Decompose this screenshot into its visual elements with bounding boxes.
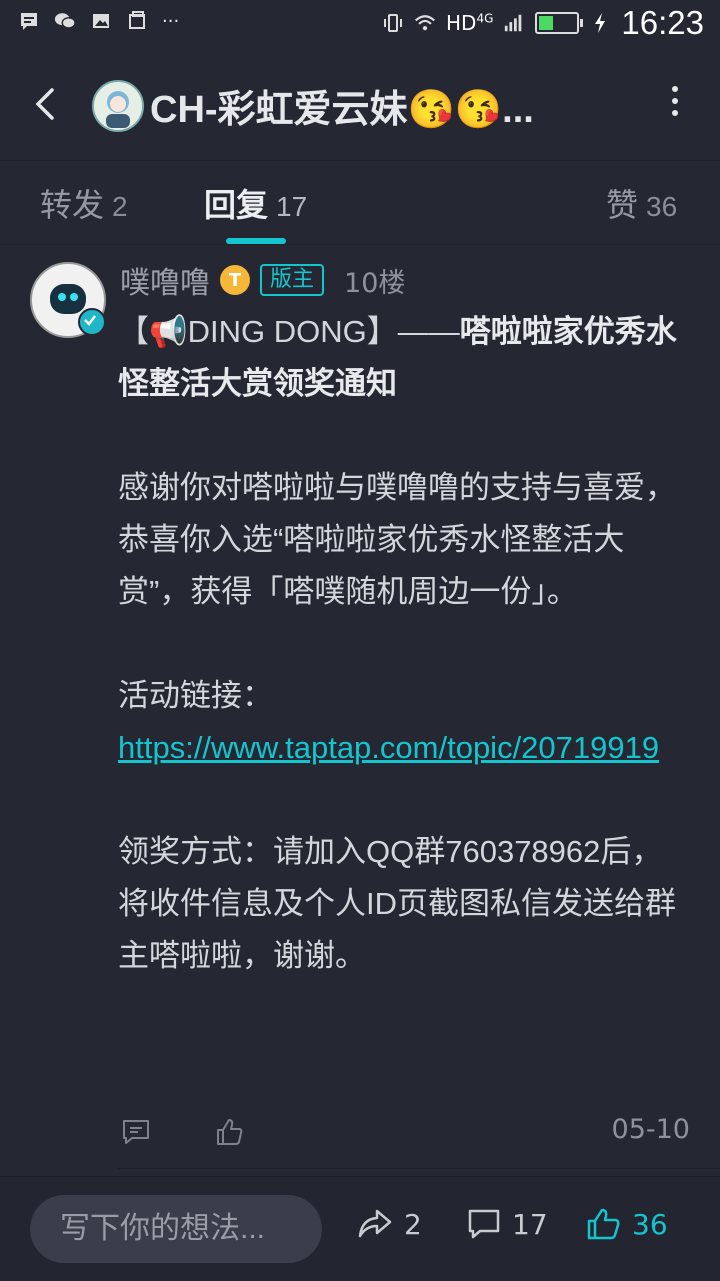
back-button[interactable] bbox=[26, 84, 66, 124]
floor-number: 10楼 bbox=[344, 267, 406, 299]
tab-reposts[interactable]: 转发 2 bbox=[40, 180, 128, 226]
message-icon bbox=[18, 10, 40, 32]
post-title-prefix: 【📢DING DONG】—— bbox=[118, 314, 460, 349]
thumbs-up-icon bbox=[587, 1208, 620, 1240]
status-bar: ··· HD4G 16:23 bbox=[0, 0, 720, 50]
share-icon bbox=[358, 1209, 392, 1238]
comment-button[interactable]: 17 bbox=[466, 1207, 548, 1241]
comment-icon bbox=[468, 1209, 500, 1239]
post-paragraph: 领奖方式：请加入QQ群760378962后，将收件信息及个人ID页截图私信发送给… bbox=[118, 834, 676, 973]
tab-likes[interactable]: 赞 36 bbox=[606, 180, 677, 226]
comment-input[interactable]: 写下你的想法... bbox=[30, 1195, 322, 1263]
signal-icon bbox=[503, 12, 525, 34]
more-options-button[interactable] bbox=[670, 86, 680, 120]
vibrate-icon bbox=[382, 12, 404, 34]
active-tab-indicator bbox=[226, 238, 286, 244]
divider bbox=[118, 1168, 720, 1169]
reply-like-button[interactable] bbox=[214, 1116, 246, 1148]
post-date: 05-10 bbox=[611, 1114, 690, 1145]
topic-link[interactable]: https://www.taptap.com/topic/20719919 bbox=[118, 730, 659, 765]
notification-icons: ··· bbox=[18, 10, 179, 32]
group-avatar[interactable] bbox=[92, 80, 144, 132]
tab-label: 赞 bbox=[606, 187, 639, 223]
post-content: 【📢DING DONG】——嗒啦啦家优秀水怪整活大赏领奖通知 感谢你对嗒啦啦与噗… bbox=[118, 306, 688, 1034]
link-label: 活动链接： bbox=[118, 678, 273, 713]
post-actions: 05-10 bbox=[118, 1114, 690, 1154]
post-paragraph: 感谢你对嗒啦啦与噗噜噜的支持与喜爱，恭喜你入选“嗒啦啦家优秀水怪整活大赏”，获得… bbox=[118, 470, 676, 609]
level-badge: T bbox=[220, 265, 250, 295]
like-button[interactable]: 36 bbox=[586, 1207, 668, 1241]
tab-count: 36 bbox=[646, 191, 678, 222]
comment-count: 17 bbox=[512, 1207, 548, 1241]
tab-count: 17 bbox=[276, 191, 308, 222]
thumbs-up-icon bbox=[217, 1119, 243, 1145]
share-count: 2 bbox=[404, 1207, 422, 1241]
top-bar: CH-彩虹爱云妹😘😘... bbox=[0, 50, 720, 161]
author-name[interactable]: 噗噜噜 bbox=[120, 258, 210, 302]
comment-icon bbox=[123, 1120, 149, 1144]
reply-comment-button[interactable] bbox=[120, 1116, 152, 1148]
calendar-icon bbox=[126, 10, 148, 32]
wifi-icon bbox=[414, 12, 436, 34]
network-type: HD4G bbox=[446, 11, 494, 35]
wechat-icon bbox=[54, 10, 76, 32]
author-line: 噗噜噜 T 版主 10楼 bbox=[120, 258, 405, 302]
more-notifications-icon: ··· bbox=[162, 10, 180, 32]
tab-count: 2 bbox=[112, 191, 128, 222]
charging-icon bbox=[589, 12, 611, 34]
verified-icon bbox=[78, 308, 106, 336]
tab-label: 转发 bbox=[40, 187, 105, 223]
bottom-bar: 写下你的想法... 2 17 36 bbox=[0, 1176, 720, 1281]
page-title: CH-彩虹爱云妹😘😘... bbox=[150, 89, 534, 131]
tab-replies[interactable]: 回复 17 bbox=[204, 180, 307, 226]
share-button[interactable]: 2 bbox=[356, 1207, 422, 1241]
tab-label: 回复 bbox=[204, 187, 269, 223]
tab-bar: 转发 2 回复 17 赞 36 bbox=[0, 160, 720, 245]
battery-icon bbox=[535, 12, 584, 34]
clock: 16:23 bbox=[621, 4, 704, 41]
chevron-left-icon bbox=[35, 88, 54, 120]
moderator-badge: 版主 bbox=[260, 264, 325, 296]
image-icon bbox=[90, 10, 112, 32]
like-count: 36 bbox=[632, 1207, 668, 1241]
